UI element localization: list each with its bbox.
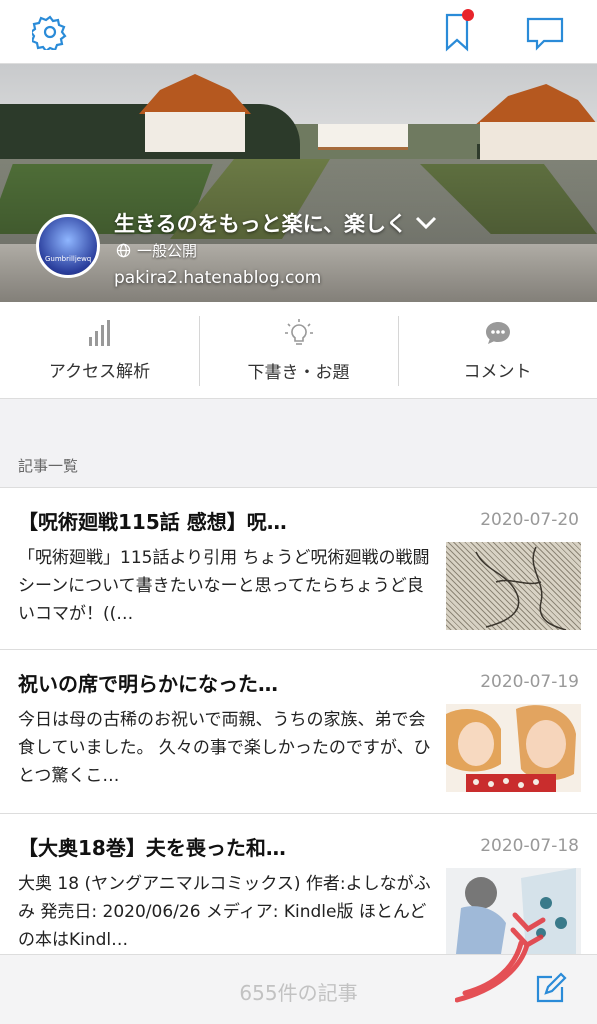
blog-title: 生きるのをもっと楽に、楽しく — [114, 212, 407, 236]
top-bar — [0, 0, 597, 64]
access-analytics-button[interactable]: アクセス解析 — [0, 302, 199, 398]
chat-icon — [485, 321, 510, 344]
annotation-arrow — [455, 912, 546, 1003]
list-item[interactable]: 祝いの席で明らかになった… 2020-07-19 今日は母の古稀のお祝いで両親、… — [0, 650, 597, 814]
globe-icon — [116, 243, 131, 258]
blog-title-selector[interactable]: 生きるのをもっと楽に、楽しく — [114, 208, 437, 238]
visibility-status: 一般公開 — [116, 240, 197, 261]
entry-date: 2020-07-20 — [480, 510, 579, 530]
speech-bubble-icon[interactable] — [522, 10, 568, 54]
entry-excerpt: 今日は母の古稀のお祝いで両親、うちの家族、弟で会食していました。 久々の事で楽し… — [18, 710, 431, 786]
bar-chart-icon — [88, 319, 110, 346]
entry-title: 祝いの席で明らかになった… — [18, 672, 278, 696]
entry-thumbnail — [446, 704, 581, 792]
entry-title: 【呪術廻戦115話 感想】呪… — [18, 510, 287, 534]
entry-title: 【大奥18巻】夫を喪った和… — [18, 836, 286, 860]
action-bar: アクセス解析 下書き・お題 コメント — [0, 302, 597, 399]
entry-date: 2020-07-19 — [480, 672, 579, 692]
section-title: 記事一覧 — [18, 457, 79, 475]
entry-date: 2020-07-18 — [480, 836, 579, 856]
drafts-topics-button[interactable]: 下書き・お題 — [199, 302, 398, 398]
section-divider — [0, 399, 597, 488]
list-item[interactable]: 【呪術廻戦115話 感想】呪… 2020-07-20 「呪術廻戦」115話より引… — [0, 488, 597, 650]
chevron-down-icon — [415, 216, 437, 230]
comments-button[interactable]: コメント — [398, 302, 597, 398]
lightbulb-icon — [284, 318, 313, 345]
avatar[interactable]: Gumbrilljewq — [36, 214, 100, 278]
avatar-text: Gumbrilljewq — [45, 255, 92, 263]
access-analytics-label: アクセス解析 — [48, 361, 151, 382]
bookmark-icon[interactable] — [438, 8, 478, 54]
gear-icon[interactable] — [28, 10, 72, 54]
entry-excerpt: 「呪術廻戦」115話より引用 ちょうど呪術廻戦の戦闘シーンについて書きたいなーと… — [18, 548, 430, 624]
entry-excerpt: 大奥 18 (ヤングアニマルコミックス) 作者:よしながふみ 発売日: 2020… — [18, 874, 431, 950]
drafts-topics-label: 下書き・お題 — [247, 362, 350, 383]
blog-domain: pakira2.hatenablog.com — [114, 268, 322, 288]
entry-thumbnail — [446, 542, 581, 630]
visibility-label: 一般公開 — [137, 242, 198, 260]
comments-label: コメント — [463, 361, 532, 382]
